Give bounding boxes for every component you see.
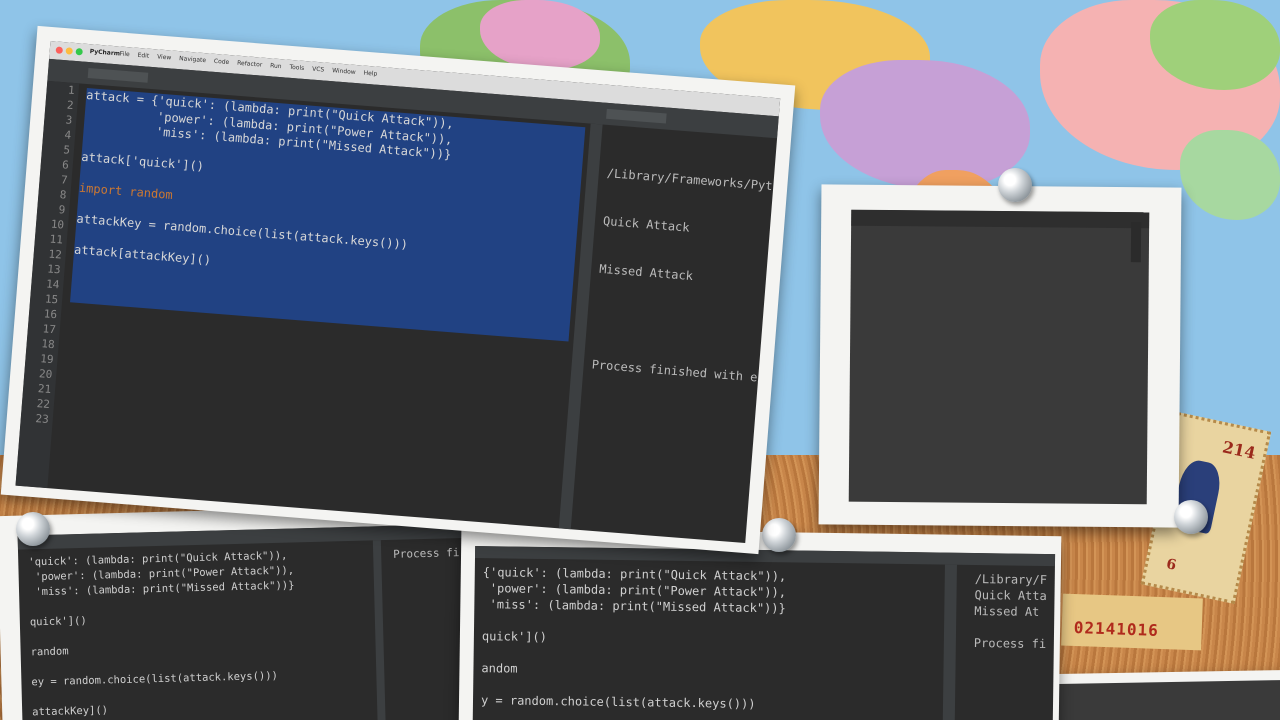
window-close-button[interactable] [55, 46, 64, 54]
menu-item-code[interactable]: Code [214, 58, 230, 66]
app-name: PyCharm [89, 48, 121, 58]
thumbtack-pin-right-card [998, 168, 1032, 202]
stamp-value-2: 6 [1164, 556, 1178, 574]
window-minimize-button[interactable] [65, 47, 74, 55]
console-line: Quick Attack [602, 213, 691, 235]
ticket: 02141016 [1061, 593, 1203, 651]
ide-window: PyCharm File Edit View Navigate Code Ref… [15, 40, 781, 544]
line-number: 23 [35, 411, 50, 426]
console-line: Process fi [973, 635, 1047, 651]
menu-item-navigate[interactable]: Navigate [179, 55, 206, 64]
code-line: y = random.choice(list(attack.keys())) [480, 693, 756, 711]
console-line: /Library/Frameworks/Pyth [606, 166, 781, 194]
menu-item-edit[interactable]: Edit [137, 52, 149, 60]
console-line: Missed At [974, 603, 1040, 619]
console-line: Missed Attack [598, 261, 694, 284]
ide-screenshot-bottom-middle: {'quick': (lambda: print("Quick Attack")… [472, 546, 1056, 720]
main-ide-photo-card: PyCharm File Edit View Navigate Code Ref… [0, 25, 796, 555]
console-line: Process finished with ex [591, 357, 766, 386]
menu-item-window[interactable]: Window [332, 67, 356, 76]
menu-item-tools[interactable]: Tools [289, 64, 304, 72]
code-photo-card-bottom-middle: {'quick': (lambda: print("Quick Attack")… [458, 527, 1062, 720]
menu-item-refactor[interactable]: Refactor [237, 60, 263, 69]
console-text: Process fi [393, 546, 460, 561]
thumbtack-pin-left-card [16, 512, 50, 546]
menu-item-help[interactable]: Help [363, 70, 377, 78]
console-line: /Library/F [974, 571, 1048, 588]
ide-screenshot-bottom-left: 'quick': (lambda: print("Quick Attack"))… [17, 523, 473, 720]
window-zoom-button[interactable] [75, 47, 83, 56]
partial-photo-card-bottom-right [1049, 669, 1280, 720]
run-tab[interactable] [606, 108, 667, 124]
empty-photo-card [818, 184, 1182, 528]
menu-item-view[interactable]: View [157, 53, 172, 61]
thumbtack-pin-stamp [1174, 500, 1208, 534]
stamp-value: 214 [1220, 437, 1258, 463]
editor-tab[interactable] [87, 68, 149, 83]
code-photo-card-bottom-left: 'quick': (lambda: print("Quick Attack"))… [0, 503, 473, 720]
run-console: /Library/Frameworks/Pyth Quick Attack Mi… [589, 133, 781, 417]
ticket-number: 02141016 [1073, 617, 1160, 640]
thumbtack-pin-middle-card [762, 518, 796, 552]
empty-ide-screenshot [848, 209, 1150, 505]
menu-item-vcs[interactable]: VCS [312, 66, 325, 74]
menu-item-file[interactable]: File [119, 50, 130, 58]
console-line: Quick Atta [974, 587, 1047, 603]
desktop-scene: 214 6 02141016 'quick': (lambda: print("… [0, 0, 1280, 720]
menu-item-run[interactable]: Run [270, 62, 282, 70]
